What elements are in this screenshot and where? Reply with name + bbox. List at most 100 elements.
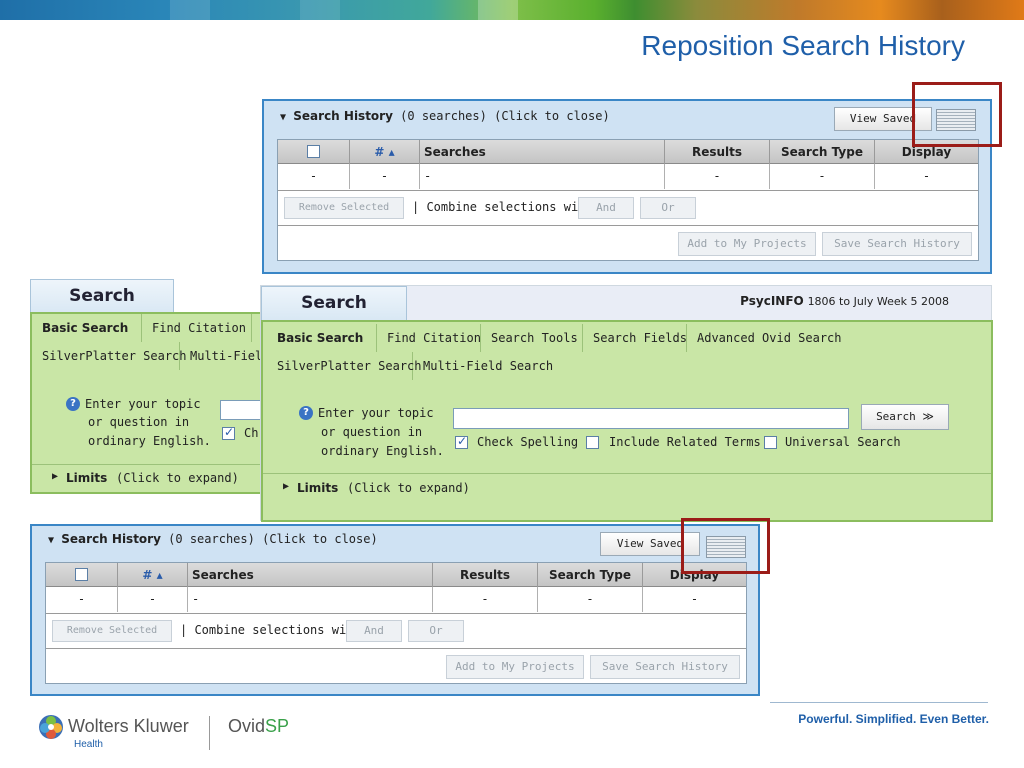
tab-multi-field-search[interactable]: Multi-Field Search [413, 352, 553, 380]
tagline: Powerful. Simplified. Even Better. [798, 712, 989, 726]
row-cell: - [46, 587, 118, 612]
check-spelling-checkbox[interactable] [455, 434, 468, 449]
column-searches: Searches [188, 563, 433, 587]
column-search-type: Search Type [538, 563, 643, 587]
tab-find-citation[interactable]: Find Citation [142, 314, 252, 342]
save-search-history-button[interactable]: Save Search History [822, 232, 972, 256]
banner-stripe [478, 0, 518, 20]
column-searches: Searches [420, 140, 665, 164]
prompt-line: Enter your topic [318, 406, 434, 420]
prompt-line: ordinary English. [88, 434, 211, 448]
product-logo: OvidSP [228, 716, 289, 737]
expand-arrow-icon: ▶ [52, 471, 59, 482]
tab-multi-field[interactable]: Multi-Field [180, 342, 270, 370]
include-related-terms-checkbox[interactable] [586, 436, 599, 449]
table-row: - - - - - - [46, 587, 746, 612]
or-button[interactable]: Or [408, 620, 464, 642]
actions-row: Add to My Projects Save Search History [46, 648, 746, 683]
column-search-type: Search Type [770, 140, 875, 164]
company-name: Wolters Kluwer [68, 716, 189, 736]
check-spelling-label: Check Spelling [477, 435, 579, 449]
actions-row: Add to My Projects Save Search History [278, 225, 978, 260]
select-all-cell [278, 140, 350, 164]
column-results: Results [433, 563, 538, 587]
combine-label: | Combine selections with: [412, 200, 600, 214]
logo-divider [209, 716, 210, 750]
search-panel-body: Basic Search Find Citation SilverPlatter… [30, 312, 270, 494]
highlight-box [681, 518, 770, 574]
and-button[interactable]: And [346, 620, 402, 642]
select-all-checkbox[interactable] [75, 568, 88, 581]
tab-basic-search[interactable]: Basic Search [267, 324, 377, 352]
search-tabs-row: Basic Search Find Citation [32, 314, 268, 342]
search-count: (0 searches) [168, 532, 255, 546]
combine-row: Remove Selected | Combine selections wit… [46, 613, 746, 647]
tab-find-citation[interactable]: Find Citation [377, 324, 481, 352]
search-input[interactable] [453, 408, 849, 429]
help-icon[interactable]: ? [299, 406, 313, 420]
header-banner [0, 0, 1024, 20]
search-tab[interactable]: Search [261, 286, 407, 320]
search-tab[interactable]: Search [30, 279, 174, 313]
search-history-table: # ▴ Searches Results Search Type Display… [45, 562, 747, 684]
option-label: Ch [244, 426, 259, 440]
database-range: 1806 to July Week 5 2008 [807, 295, 949, 308]
limits-row[interactable]: ▶ Limits (Click to expand) [32, 464, 268, 494]
search-tabs-row: SilverPlatter Search Multi-Field [32, 342, 270, 370]
tab-basic-search[interactable]: Basic Search [32, 314, 142, 342]
combine-row: Remove Selected | Combine selections wit… [278, 190, 978, 224]
banner-stripe [300, 0, 340, 20]
tab-silverplatter-search[interactable]: SilverPlatter Search [267, 352, 422, 380]
prompt-line: or question in [321, 425, 423, 439]
row-cell: - [420, 164, 665, 189]
tab-search-fields[interactable]: Search Fields [583, 324, 687, 352]
add-to-my-projects-button[interactable]: Add to My Projects [678, 232, 816, 256]
column-number[interactable]: # ▴ [118, 563, 188, 587]
save-search-history-button[interactable]: Save Search History [590, 655, 740, 679]
column-results: Results [665, 140, 770, 164]
search-history-panel-bottom: ▼ Search History (0 searches) (Click to … [30, 524, 760, 696]
remove-selected-button[interactable]: Remove Selected [52, 620, 172, 642]
search-history-panel-top: ▼ Search History (0 searches) (Click to … [262, 99, 992, 274]
search-tabs-row: SilverPlatter Search Multi-Field Search [263, 352, 991, 380]
column-number[interactable]: # ▴ [350, 140, 420, 164]
limits-row[interactable]: ▶ Limits (Click to expand) [263, 473, 991, 503]
slide-title: Reposition Search History [641, 30, 965, 61]
tab-search-tools[interactable]: Search Tools [481, 324, 583, 352]
universal-search-label: Universal Search [785, 435, 901, 449]
expand-arrow-icon: ▶ [283, 481, 290, 492]
select-all-checkbox[interactable] [307, 145, 320, 158]
row-cell: - [690, 592, 699, 606]
product-suffix: SP [265, 716, 290, 736]
search-panel-back: Search Basic Search Find Citation Silver… [30, 279, 270, 497]
select-all-cell [46, 563, 118, 587]
and-button[interactable]: And [578, 197, 634, 219]
wolters-kluwer-logo-icon [39, 715, 63, 739]
limits-label: Limits [297, 481, 339, 495]
search-history-toggle[interactable]: ▼ Search History (0 searches) (Click to … [48, 532, 378, 546]
combine-label: | Combine selections with: [180, 623, 368, 637]
division-name: Health [74, 739, 103, 750]
search-history-title: Search History [293, 109, 393, 123]
search-history-table: # ▴ Searches Results Search Type Display… [277, 139, 979, 261]
tab-advanced-ovid-search[interactable]: Advanced Ovid Search [687, 324, 857, 352]
row-cell: - [118, 587, 188, 612]
row-cell: - [433, 587, 538, 612]
tab-silverplatter-search[interactable]: SilverPlatter Search [32, 342, 187, 370]
help-icon[interactable]: ? [66, 397, 80, 411]
add-to-my-projects-button[interactable]: Add to My Projects [446, 655, 584, 679]
remove-selected-button[interactable]: Remove Selected [284, 197, 404, 219]
search-history-toggle[interactable]: ▼ Search History (0 searches) (Click to … [280, 109, 610, 123]
click-hint: (Click to close) [262, 532, 378, 546]
limits-hint: (Click to expand) [347, 481, 470, 495]
table-row: - - - - - - [278, 164, 978, 189]
row-cell: - [538, 587, 643, 612]
or-button[interactable]: Or [640, 197, 696, 219]
search-button[interactable]: Search ≫ [861, 404, 949, 430]
database-name: PsycINFO [740, 294, 804, 308]
banner-stripe [170, 0, 210, 20]
database-info: PsycINFO 1806 to July Week 5 2008 [740, 294, 949, 308]
universal-search-checkbox[interactable] [764, 436, 777, 449]
search-panel-front: Search PsycINFO 1806 to July Week 5 2008… [260, 285, 993, 522]
check-spelling-checkbox[interactable] [222, 425, 235, 440]
